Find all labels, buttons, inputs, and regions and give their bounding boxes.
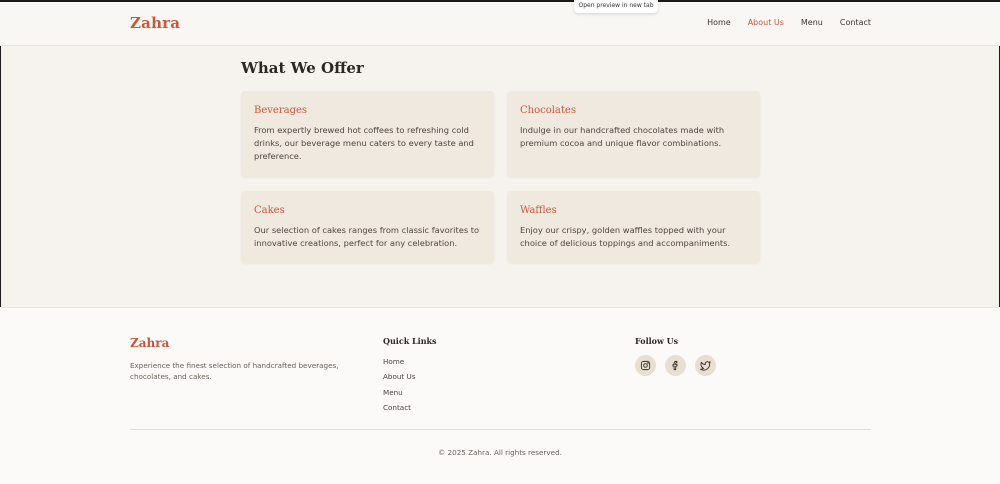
card-text: Enjoy our crispy, golden waffles topped … bbox=[520, 225, 731, 248]
site-logo[interactable]: Zahra bbox=[130, 14, 180, 32]
quick-links-list: Home About Us Menu Contact bbox=[383, 357, 416, 418]
offer-card-cakes: Cakes Our selection of cakes ranges from… bbox=[241, 191, 494, 263]
facebook-icon bbox=[672, 360, 678, 371]
twitter-icon bbox=[700, 361, 711, 371]
card-text: From expertly brewed hot coffees to refr… bbox=[254, 125, 474, 161]
offer-card-beverages: Beverages From expertly brewed hot coffe… bbox=[241, 91, 494, 177]
footer-divider bbox=[130, 429, 871, 430]
copyright-text: © 2025 Zahra. All rights reserved. bbox=[438, 448, 562, 457]
nav-contact[interactable]: Contact bbox=[840, 18, 871, 27]
card-title: Cakes bbox=[254, 205, 285, 216]
nav-menu[interactable]: Menu bbox=[801, 18, 823, 27]
card-title: Beverages bbox=[254, 105, 308, 116]
footer-link-home[interactable]: Home bbox=[383, 357, 416, 372]
card-title: Chocolates bbox=[520, 105, 576, 116]
facebook-link[interactable] bbox=[665, 355, 686, 376]
footer-link-menu[interactable]: Menu bbox=[383, 388, 416, 403]
nav-about-us[interactable]: About Us bbox=[748, 18, 784, 27]
instagram-icon bbox=[640, 360, 651, 371]
nav-home[interactable]: Home bbox=[707, 18, 731, 27]
offer-card-chocolates: Chocolates Indulge in our handcrafted ch… bbox=[507, 91, 760, 177]
card-text: Our selection of cakes ranges from class… bbox=[254, 225, 480, 248]
footer-link-about-us[interactable]: About Us bbox=[383, 372, 416, 387]
footer-description: Experience the finest selection of handc… bbox=[130, 361, 339, 381]
offer-card-waffles: Waffles Enjoy our crispy, golden waffles… bbox=[507, 191, 760, 263]
open-preview-tooltip[interactable]: Open preview in new tab bbox=[574, 0, 658, 13]
follow-us-heading: Follow Us bbox=[635, 336, 679, 346]
social-links bbox=[635, 355, 716, 376]
footer-link-contact[interactable]: Contact bbox=[383, 403, 416, 418]
instagram-link[interactable] bbox=[635, 355, 656, 376]
card-title: Waffles bbox=[520, 205, 557, 216]
site-header: Zahra Home About Us Menu Contact bbox=[0, 2, 1000, 46]
site-footer: Zahra Experience the finest selection of… bbox=[0, 307, 1000, 484]
section-title: What We Offer bbox=[241, 59, 364, 77]
main-nav: Home About Us Menu Contact bbox=[707, 18, 871, 27]
quick-links-heading: Quick Links bbox=[383, 336, 437, 346]
footer-logo[interactable]: Zahra bbox=[130, 336, 169, 350]
twitter-link[interactable] bbox=[695, 355, 716, 376]
card-text: Indulge in our handcrafted chocolates ma… bbox=[520, 125, 725, 148]
